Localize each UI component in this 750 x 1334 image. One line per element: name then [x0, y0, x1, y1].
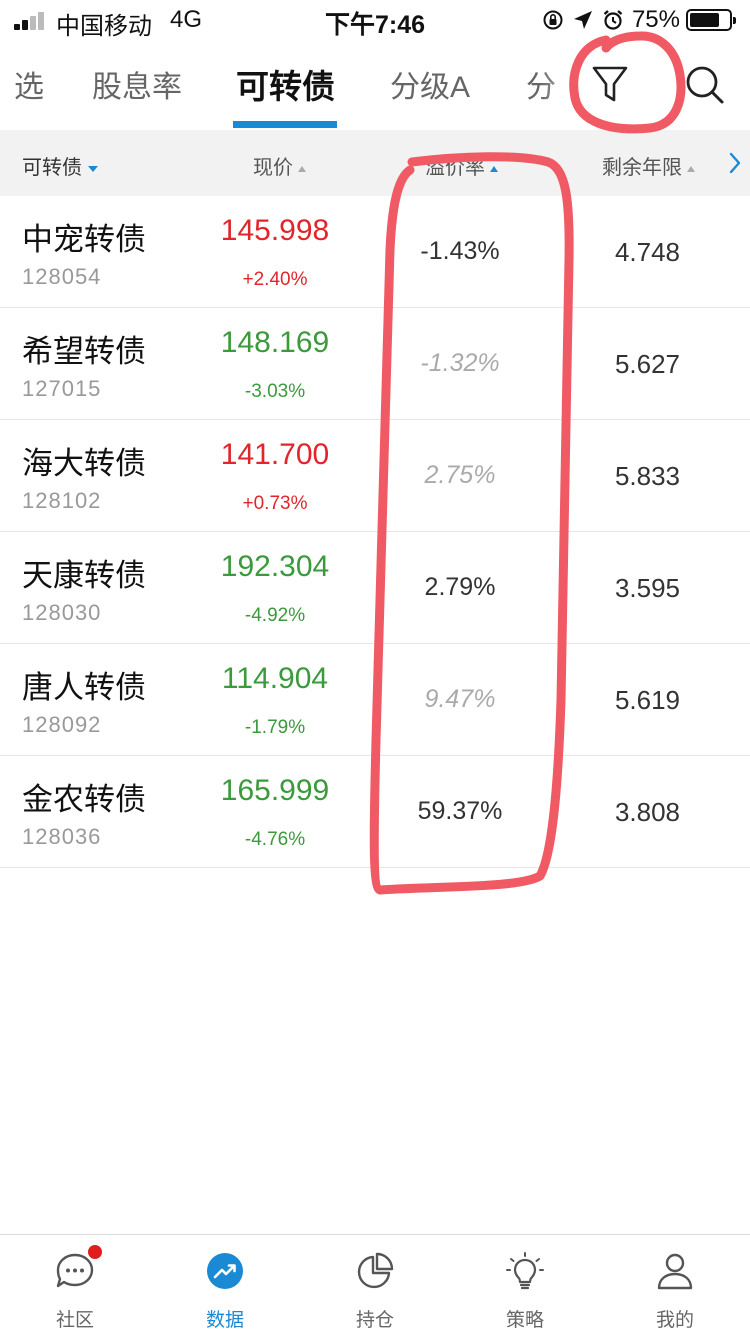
- bond-name: 唐人转债: [22, 670, 146, 705]
- header-price-label: 现价: [253, 157, 293, 179]
- filter-icon[interactable]: [585, 62, 635, 108]
- search-icon[interactable]: [682, 62, 728, 108]
- rotation-lock-icon: [543, 10, 563, 30]
- bond-remaining-years: 4.748: [614, 237, 681, 267]
- bond-remaining-years: 5.627: [614, 349, 681, 379]
- bond-premium-rate: -1.43%: [420, 237, 500, 265]
- bond-code: 128036: [22, 824, 102, 849]
- nav-community[interactable]: 社区: [0, 1235, 150, 1334]
- bond-change: -3.03%: [244, 381, 306, 402]
- status-bar: 中国移动 4G 下午7:46 75%: [0, 0, 750, 40]
- table-row[interactable]: 希望转债 127015 148.169 -3.03% -1.32% 5.627: [0, 308, 750, 420]
- header-premium-label: 溢价率: [425, 157, 485, 179]
- bond-premium-rate: 9.47%: [424, 685, 496, 713]
- notification-badge: [88, 1245, 102, 1259]
- bond-code: 128092: [22, 712, 102, 737]
- bond-premium-rate: 2.75%: [424, 461, 496, 489]
- table-row[interactable]: 天康转债 128030 192.304 -4.92% 2.79% 3.595: [0, 532, 750, 644]
- person-icon: [657, 1253, 693, 1290]
- bond-code: 128030: [22, 600, 102, 625]
- header-bond-name-selector[interactable]: 可转债: [22, 151, 98, 180]
- bond-remaining-years: 3.595: [614, 573, 681, 603]
- category-tabs: 选 股息率 可转债 分级A 分: [0, 40, 750, 130]
- battery-icon: [686, 9, 736, 31]
- table-row[interactable]: 金农转债 128036 165.999 -4.76% 59.37% 3.808: [0, 756, 750, 868]
- lightbulb-icon: [506, 1252, 544, 1290]
- sort-ascending-icon: [490, 165, 498, 172]
- chevron-right-icon[interactable]: [724, 148, 746, 178]
- bond-price: 114.904: [221, 662, 329, 695]
- location-arrow-icon: [573, 11, 592, 29]
- tab-graded-a[interactable]: 分级A: [390, 62, 470, 106]
- dropdown-caret-icon: [88, 165, 98, 172]
- table-row[interactable]: 唐人转债 128092 114.904 -1.79% 9.47% 5.619: [0, 644, 750, 756]
- bond-remaining-years: 5.833: [614, 461, 681, 491]
- nav-label: 我的: [655, 1310, 694, 1331]
- alarm-clock-icon: [603, 10, 623, 30]
- bond-name: 金农转债: [22, 782, 146, 817]
- nav-strategy[interactable]: 策略: [450, 1235, 600, 1334]
- chat-bubble-icon: [56, 1253, 94, 1288]
- header-years-label: 剩余年限: [602, 157, 682, 179]
- bond-code: 128102: [22, 488, 102, 513]
- bond-price: 145.998: [220, 214, 330, 247]
- bond-price: 148.169: [220, 326, 330, 359]
- bond-code: 128054: [22, 264, 102, 289]
- bond-name: 希望转债: [22, 334, 146, 369]
- bond-premium-rate: 2.79%: [424, 573, 496, 601]
- bond-change: +2.40%: [242, 269, 308, 290]
- nav-label: 社区: [55, 1310, 94, 1331]
- header-bond-name-label: 可转债: [22, 157, 82, 179]
- bond-change: -4.92%: [244, 605, 306, 626]
- nav-holdings[interactable]: 持仓: [300, 1235, 450, 1334]
- header-remaining-years[interactable]: 剩余年限: [602, 151, 695, 180]
- tab-dividend-yield[interactable]: 股息率: [92, 62, 182, 106]
- nav-data[interactable]: 数据: [150, 1235, 300, 1334]
- bond-code: 127015: [22, 376, 102, 401]
- bond-change: +0.73%: [242, 493, 308, 514]
- bond-change: -4.76%: [244, 829, 306, 850]
- nav-label: 持仓: [355, 1310, 394, 1331]
- bottom-navigation: 社区 数据 持仓 策略 我的: [0, 1234, 750, 1334]
- nav-label: 策略: [505, 1310, 544, 1331]
- tab-convertible-bonds[interactable]: 可转债: [236, 60, 335, 108]
- bond-price: 192.304: [220, 550, 330, 583]
- bond-premium-rate: -1.32%: [420, 349, 500, 377]
- nav-label: 数据: [205, 1310, 244, 1331]
- bond-name: 天康转债: [22, 558, 146, 593]
- status-icons: 75%: [542, 6, 736, 34]
- battery-percentage: 75%: [631, 6, 680, 33]
- bond-name: 中宠转债: [22, 222, 146, 257]
- bond-remaining-years: 5.619: [614, 685, 681, 715]
- bond-list: 中宠转债 128054 145.998 +2.40% -1.43% 4.748 …: [0, 196, 750, 868]
- header-premium-rate[interactable]: 溢价率: [425, 151, 498, 180]
- sort-icon: [687, 165, 695, 172]
- nav-me[interactable]: 我的: [600, 1235, 750, 1334]
- bond-price: 165.999: [220, 774, 330, 807]
- bond-remaining-years: 3.808: [614, 797, 681, 827]
- active-tab-indicator: [233, 121, 337, 128]
- trend-chart-icon: [207, 1253, 243, 1289]
- pie-chart-icon: [357, 1252, 394, 1289]
- table-row[interactable]: 中宠转债 128054 145.998 +2.40% -1.43% 4.748: [0, 196, 750, 308]
- bond-change: -1.79%: [244, 717, 306, 738]
- tab-watchlist[interactable]: 选: [14, 62, 44, 106]
- sort-icon: [298, 165, 306, 172]
- header-price[interactable]: 现价: [253, 151, 306, 180]
- table-header: 可转债 现价 溢价率 剩余年限: [0, 130, 750, 196]
- bond-premium-rate: 59.37%: [417, 797, 503, 825]
- bond-name: 海大转债: [22, 446, 146, 481]
- table-row[interactable]: 海大转债 128102 141.700 +0.73% 2.75% 5.833: [0, 420, 750, 532]
- bond-price: 141.700: [220, 438, 330, 471]
